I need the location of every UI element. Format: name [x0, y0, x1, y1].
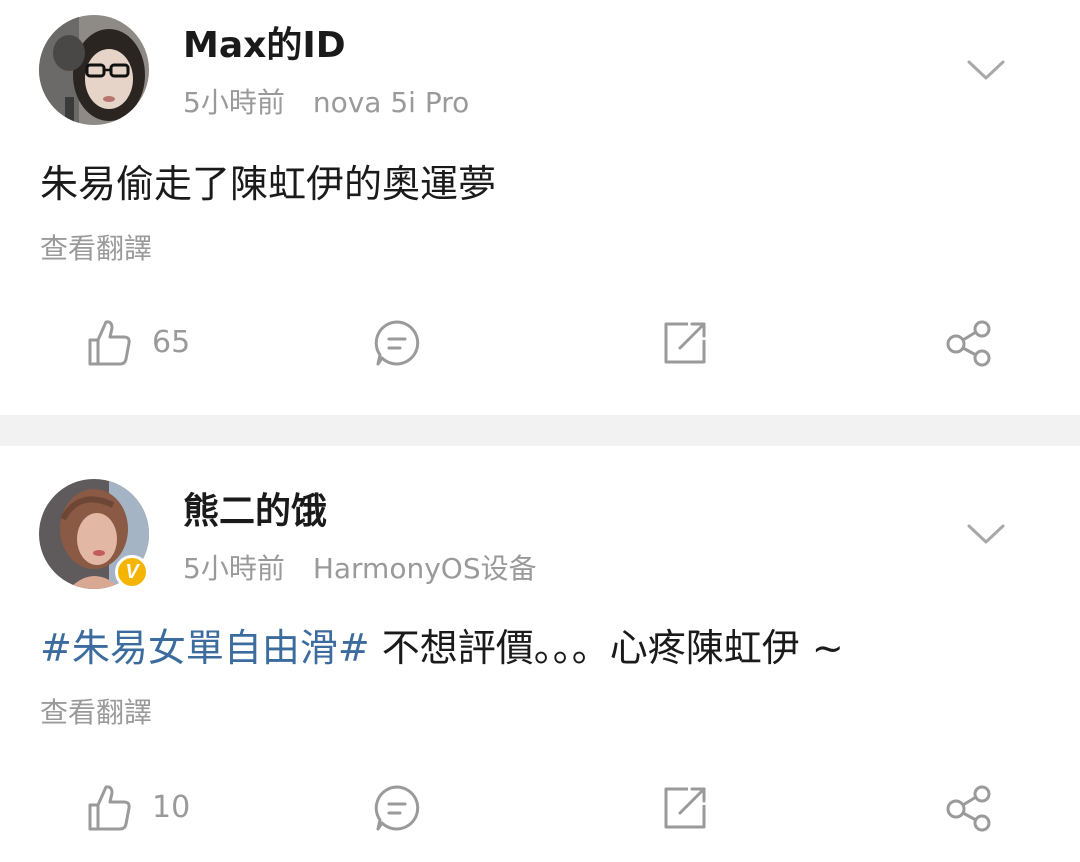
like-button[interactable]: 10 [86, 783, 190, 833]
repost-button[interactable] [660, 783, 710, 833]
verified-badge-icon: V [115, 555, 149, 589]
post-card: V 熊二的饿 5小時前 HarmonyOS设备 #朱易女單自由滑# 不想評價。。。… [0, 446, 1080, 862]
avatar-image [39, 15, 149, 125]
post-source: nova 5i Pro [312, 86, 470, 119]
post-divider [0, 415, 1080, 446]
avatar[interactable]: V [39, 479, 149, 589]
share-button[interactable] [944, 783, 994, 833]
like-count: 10 [152, 790, 191, 825]
comment-icon [374, 785, 420, 831]
username[interactable]: 熊二的饿 [183, 490, 327, 534]
avatar[interactable] [39, 15, 149, 125]
like-count: 65 [152, 325, 191, 360]
repost-icon [664, 322, 706, 364]
chevron-down-icon[interactable] [966, 58, 1006, 82]
share-icon [946, 785, 991, 832]
repost-icon [664, 787, 706, 829]
translate-link[interactable]: 查看翻譯 [40, 231, 152, 267]
chevron-down-icon[interactable] [966, 522, 1006, 546]
comment-icon [374, 320, 420, 366]
comment-button[interactable] [372, 783, 422, 833]
post-meta: 5小時前 nova 5i Pro [183, 85, 469, 121]
share-button[interactable] [944, 318, 994, 368]
post-card: Max的ID 5小時前 nova 5i Pro 朱易偷走了陳虹伊的奧運夢 查看翻譯… [0, 0, 1080, 415]
thumbs-up-icon [88, 785, 131, 831]
share-icon [946, 320, 991, 367]
translate-link[interactable]: 查看翻譯 [40, 695, 152, 731]
hashtag-link[interactable]: #朱易女單自由滑# [40, 626, 370, 670]
post-meta: 5小時前 HarmonyOS设备 [183, 551, 537, 587]
post-time: 5小時前 [183, 86, 285, 119]
post-time: 5小時前 [183, 552, 285, 585]
post-text: #朱易女單自由滑# 不想評價。。。心疼陳虹伊 ~ [40, 624, 844, 672]
thumbs-up-icon [88, 320, 131, 366]
username[interactable]: Max的ID [183, 24, 346, 68]
comment-button[interactable] [372, 318, 422, 368]
post-text-body: 不想評價。。。心疼陳虹伊 ~ [369, 626, 844, 670]
like-button[interactable]: 65 [86, 318, 190, 368]
post-text: 朱易偷走了陳虹伊的奧運夢 [40, 162, 497, 206]
repost-button[interactable] [660, 318, 710, 368]
post-source: HarmonyOS设备 [312, 552, 537, 585]
